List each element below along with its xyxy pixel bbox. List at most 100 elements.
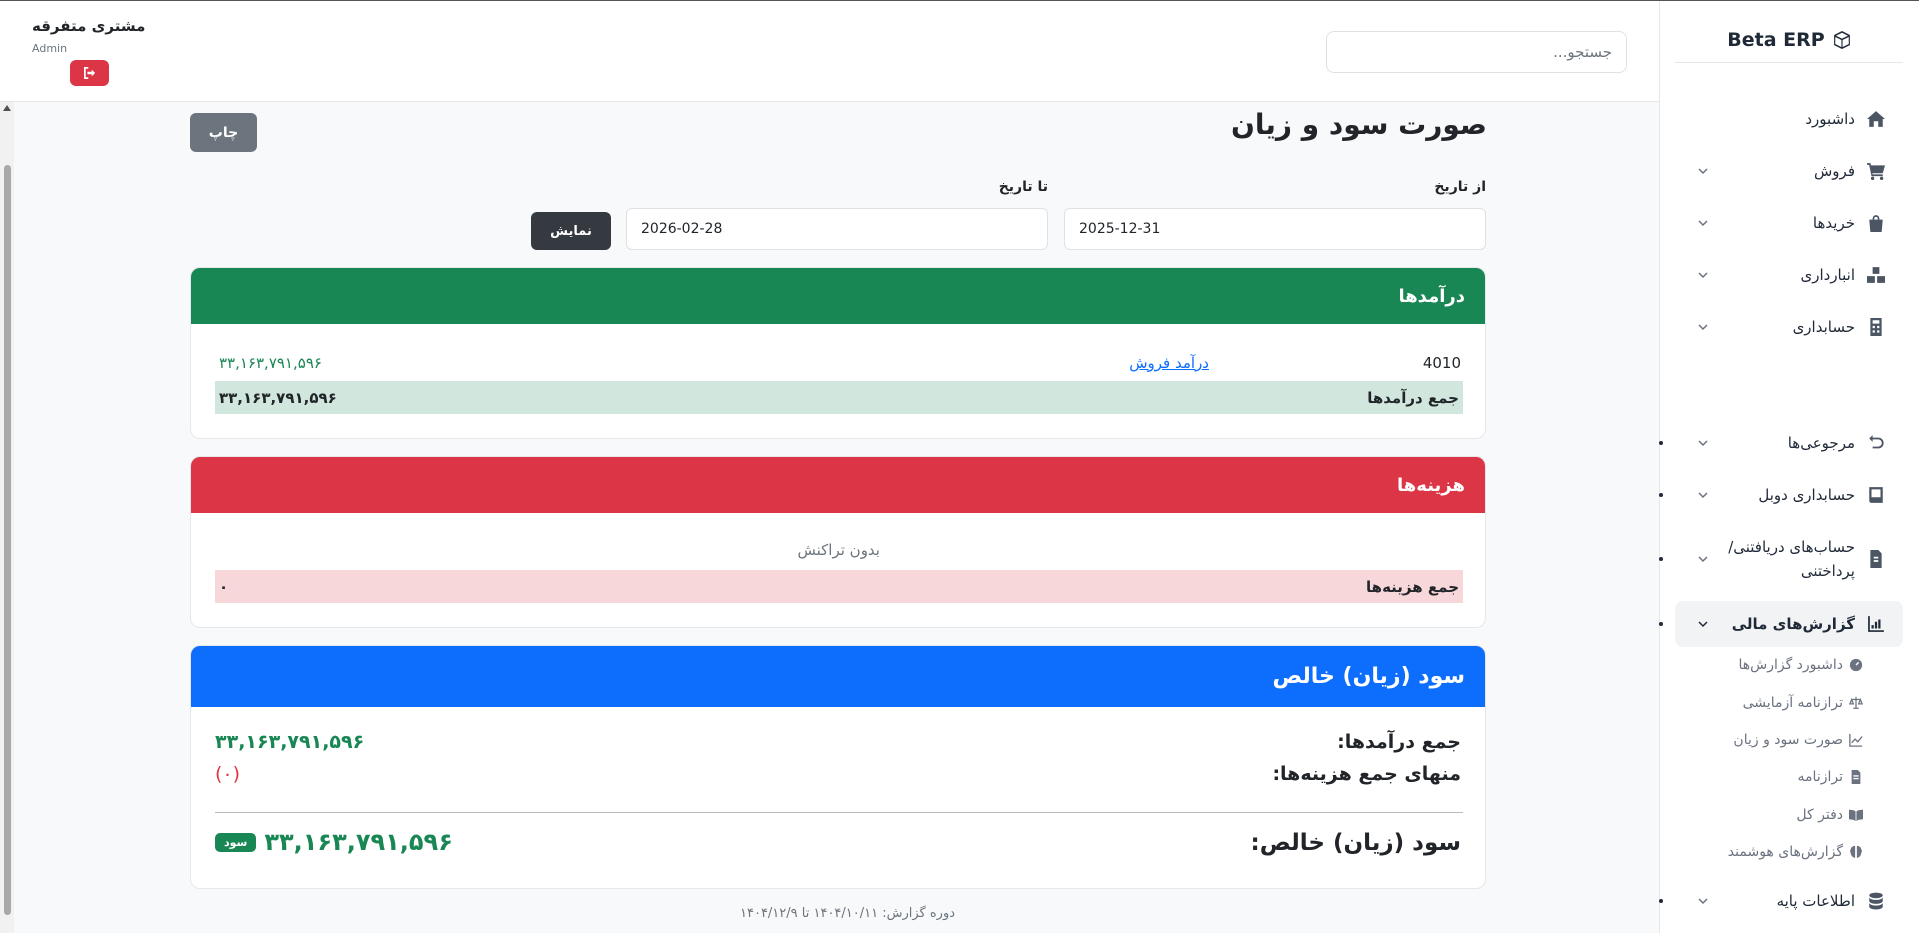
submenu-label: ترازنامه (1797, 769, 1843, 785)
search-input[interactable] (1326, 31, 1627, 73)
scroll-up-arrow-icon[interactable] (3, 105, 11, 111)
chart-icon (1868, 616, 1884, 632)
sidebar-item-purchases[interactable]: خریدها (1675, 203, 1903, 243)
revenues-total-label: جمع درآمدها (1367, 388, 1459, 407)
chevron-down-icon (1698, 898, 1708, 905)
sidebar-item-label: فروش (1813, 162, 1855, 180)
net-result-label: سود (زیان) خالص: (1250, 830, 1461, 856)
open-book-icon (1849, 809, 1863, 822)
bullet-dot (1659, 899, 1663, 903)
logout-icon (83, 67, 95, 79)
expenses-header: هزینه‌ها (191, 457, 1485, 513)
home-icon (1867, 111, 1885, 127)
sidebar-item-label: مرجوعی‌ها (1787, 434, 1855, 452)
chevron-down-icon (1698, 220, 1708, 227)
sidebar-item-inventory[interactable]: انبارداری (1675, 255, 1903, 295)
net-revenue-label: جمع درآمدها: (1337, 731, 1461, 753)
bag-icon (1869, 215, 1883, 232)
net-result-group: ۳۳,۱۶۳,۷۹۱,۵۹۶ سود (215, 828, 453, 856)
sidebar-item-returns[interactable]: مرجوعی‌ها (1659, 423, 1903, 463)
to-date-label: تا تاریخ (998, 179, 1048, 195)
bullet-dot (1659, 622, 1663, 626)
print-button[interactable]: چاپ (190, 113, 257, 152)
net-profit-header: سود (زیان) خالص (191, 646, 1485, 707)
sidebar-item-accounting[interactable]: حسابداری (1675, 307, 1903, 347)
to-date-input[interactable] (626, 208, 1048, 250)
sidebar: Beta ERP داشبورد فروش خریدها انبارداری ح… (1659, 1, 1919, 933)
submenu-label: ترازنامه آزمایشی (1742, 695, 1843, 711)
user-name: مشتری متفرقه (32, 17, 146, 35)
from-date-input[interactable] (1064, 208, 1486, 250)
sidebar-item-double-entry[interactable]: حسابداری دوبل (1659, 475, 1903, 515)
sidebar-item-label: خریدها (1812, 214, 1855, 232)
bullet-dot (1659, 493, 1663, 497)
from-date-label: از تاریخ (1434, 179, 1486, 195)
sidebar-item-label: حسابداری (1792, 318, 1855, 336)
expenses-total-row: جمع هزینه‌ها ۰ (215, 570, 1463, 603)
expenses-total-label: جمع هزینه‌ها (1366, 577, 1459, 596)
sidebar-item-label: حسابداری دوبل (1758, 486, 1855, 504)
revenue-amount: ۳۳,۱۶۳,۷۹۱,۵۹۶ (219, 354, 322, 372)
sidebar-item-dashboard[interactable]: داشبورد (1675, 99, 1903, 139)
net-result-value: ۳۳,۱۶۳,۷۹۱,۵۹۶ (264, 828, 453, 856)
revenues-total-value: ۳۳,۱۶۳,۷۹۱,۵۹۶ (219, 388, 337, 407)
report-period: دوره گزارش: ۱۴۰۴/۱۰/۱۱ تا ۱۴۰۴/۱۲/۹ (740, 906, 956, 921)
book-icon (1869, 487, 1883, 503)
brand[interactable]: Beta ERP (1675, 17, 1903, 63)
submenu-trial-balance[interactable]: ترازنامه آزمایشی (1743, 695, 1863, 711)
chevron-down-icon (1698, 621, 1708, 628)
net-expense-value: (۰) (215, 763, 241, 785)
top-header: مشتری متفرقه Admin (0, 1, 1659, 102)
sidebar-item-financial-reports[interactable]: گزارش‌های مالی (1659, 601, 1903, 647)
expenses-total-value: ۰ (219, 577, 229, 596)
revenue-account-code: 4010 (1422, 354, 1461, 372)
chevron-down-icon (1698, 324, 1708, 331)
brand-name: Beta ERP (1727, 28, 1825, 51)
chevron-down-icon (1698, 272, 1708, 279)
chevron-down-icon (1698, 168, 1708, 175)
submenu-profit-loss[interactable]: صورت سود و زیان (1733, 732, 1863, 748)
show-button[interactable]: نمایش (531, 212, 611, 250)
sidebar-item-label: داشبورد (1805, 110, 1855, 128)
cart-icon (1867, 163, 1885, 180)
sidebar-item-sales[interactable]: فروش (1675, 151, 1903, 191)
submenu-general-ledger[interactable]: دفتر کل (1796, 807, 1863, 823)
logout-button[interactable] (70, 60, 109, 86)
submenu-smart-reports[interactable]: گزارش‌های هوشمند (1728, 844, 1863, 860)
line-chart-icon (1849, 733, 1863, 747)
submenu-reports-dashboard[interactable]: داشبورد گزارش‌ها (1738, 657, 1863, 673)
database-icon (1869, 892, 1883, 910)
sidebar-item-receivables[interactable]: حساب‌های دریافتنی/ پرداختنی (1659, 531, 1903, 587)
profit-badge: سود (215, 832, 257, 852)
scrollbar[interactable] (0, 102, 14, 933)
revenues-card: درآمدها 4010 درآمد فروش ۳۳,۱۶۳,۷۹۱,۵۹۶ ج… (190, 267, 1486, 439)
user-role: Admin (32, 42, 68, 55)
revenues-total-row: جمع درآمدها ۳۳,۱۶۳,۷۹۱,۵۹۶ (215, 381, 1463, 414)
scroll-thumb[interactable] (4, 165, 11, 915)
scale-icon (1849, 696, 1863, 709)
revenue-account-link[interactable]: درآمد فروش (1129, 354, 1209, 372)
gauge-icon (1849, 658, 1863, 672)
brain-icon (1850, 845, 1862, 858)
bullet-dot (1659, 557, 1663, 561)
sidebar-item-label: انبارداری (1800, 266, 1855, 284)
revenues-header: درآمدها (191, 268, 1485, 324)
sidebar-item-base-info[interactable]: اطلاعات پایه (1659, 881, 1903, 921)
chevron-down-icon (1698, 556, 1708, 563)
file-icon (1851, 770, 1861, 784)
submenu-balance-sheet[interactable]: ترازنامه (1798, 769, 1863, 785)
submenu-label: گزارش‌های هوشمند (1727, 844, 1843, 860)
undo-icon (1869, 435, 1884, 449)
cube-icon (1833, 30, 1850, 49)
bullet-dot (1659, 441, 1663, 445)
sidebar-item-label: اطلاعات پایه (1776, 892, 1855, 910)
boxes-icon (1867, 267, 1885, 283)
expenses-card: هزینه‌ها بدون تراکنش جمع هزینه‌ها ۰ (190, 456, 1486, 628)
expenses-empty-text: بدون تراکنش (797, 541, 881, 559)
page-title: صورت سود و زیان (1230, 108, 1487, 141)
chevron-down-icon (1698, 492, 1708, 499)
sidebar-item-label: حساب‌های دریافتنی/ پرداختنی (1728, 538, 1855, 580)
submenu-label: داشبورد گزارش‌ها (1738, 657, 1843, 673)
net-revenue-value: ۳۳,۱۶۳,۷۹۱,۵۹۶ (215, 731, 365, 753)
net-expense-label: منهای جمع هزینه‌ها: (1272, 763, 1461, 785)
